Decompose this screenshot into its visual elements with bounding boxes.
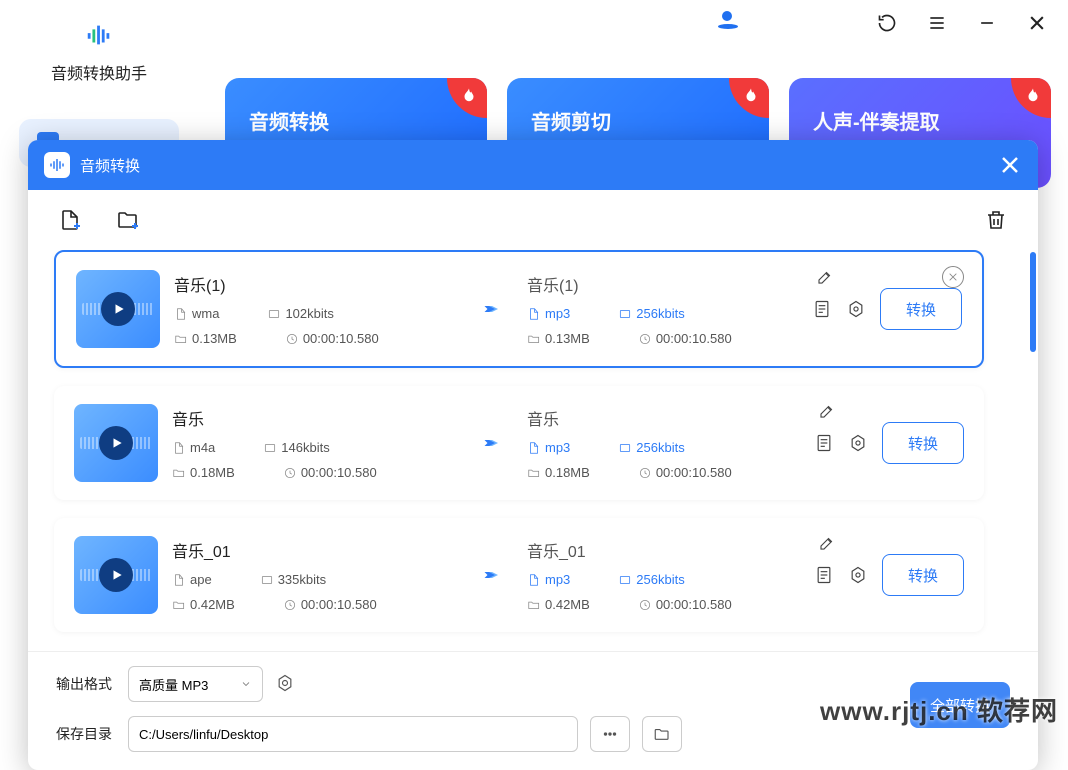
arrow-icon — [459, 300, 519, 318]
duration-meta: 00:00:10.580 — [283, 465, 377, 480]
detail-button[interactable] — [814, 564, 834, 586]
detail-button[interactable] — [814, 432, 834, 454]
edit-name-button[interactable] — [818, 402, 836, 425]
output-info: 音乐_01 mp3 256kbits 0.42MB 00:00:10.580 — [527, 538, 806, 612]
edit-name-button[interactable] — [818, 534, 836, 557]
card-title: 音频剪切 — [531, 112, 611, 134]
out-size-meta: 0.13MB — [527, 331, 590, 346]
out-duration-meta: 00:00:10.580 — [638, 597, 732, 612]
browse-folder-button[interactable] — [642, 716, 682, 752]
out-size-meta: 0.18MB — [527, 465, 590, 480]
output-info: 音乐 mp3 256kbits 0.18MB 00:00:10.580 — [527, 406, 806, 480]
play-button[interactable] — [101, 292, 135, 326]
close-button[interactable] — [1026, 12, 1048, 34]
settings-button[interactable] — [848, 564, 868, 586]
edit-name-button[interactable] — [816, 268, 834, 291]
file-thumbnail — [74, 404, 158, 482]
convert-dialog: 音频转换 音乐(1) wma 102kbits 0.13MB 00:00:10.… — [28, 140, 1038, 770]
dialog-toolbar — [28, 190, 1038, 250]
output-format-select[interactable]: 高质量 MP3 — [128, 666, 263, 702]
app-name: 音频转换助手 — [51, 60, 147, 84]
format-meta: m4a — [172, 440, 215, 455]
save-dir-input[interactable]: C:/Users/linfu/Desktop — [128, 716, 578, 752]
bitrate-meta: 335kbits — [260, 572, 326, 587]
file-thumbnail — [76, 270, 160, 348]
out-bitrate-meta: 256kbits — [618, 306, 684, 321]
input-info: 音乐 m4a 146kbits 0.18MB 00:00:10.580 — [172, 406, 451, 480]
user-avatar[interactable] — [718, 11, 742, 35]
arrow-icon — [459, 434, 519, 452]
output-name: 音乐 — [527, 406, 806, 430]
settings-button[interactable] — [846, 298, 866, 320]
app-logo-icon — [84, 20, 114, 50]
file-thumbnail — [74, 536, 158, 614]
format-meta: wma — [174, 306, 219, 321]
add-folder-button[interactable] — [116, 208, 140, 232]
out-format-meta: mp3 — [527, 306, 570, 321]
file-row[interactable]: 音乐(1) wma 102kbits 0.13MB 00:00:10.580 音… — [54, 250, 984, 368]
add-file-button[interactable] — [58, 208, 82, 232]
file-name: 音乐(1) — [174, 272, 451, 296]
bitrate-meta: 146kbits — [263, 440, 329, 455]
format-meta: ape — [172, 572, 212, 587]
out-format-meta: mp3 — [527, 440, 570, 455]
size-meta: 0.13MB — [174, 331, 237, 346]
file-list: 音乐(1) wma 102kbits 0.13MB 00:00:10.580 音… — [28, 250, 1038, 651]
output-format-label: 输出格式 — [56, 674, 116, 694]
file-name: 音乐 — [172, 406, 451, 430]
flame-icon — [447, 78, 487, 118]
file-row[interactable]: 音乐 m4a 146kbits 0.18MB 00:00:10.580 音乐 m… — [54, 386, 984, 500]
output-name: 音乐(1) — [527, 272, 804, 296]
save-dir-label: 保存目录 — [56, 724, 116, 744]
dialog-icon — [44, 152, 70, 178]
settings-button[interactable] — [848, 432, 868, 454]
detail-button[interactable] — [812, 298, 832, 320]
duration-meta: 00:00:10.580 — [285, 331, 379, 346]
file-row[interactable]: 音乐_01 ape 335kbits 0.42MB 00:00:10.580 音… — [54, 518, 984, 632]
card-title: 音频转换 — [249, 112, 329, 134]
duration-meta: 00:00:10.580 — [283, 597, 377, 612]
row-actions: 转换 — [812, 288, 962, 330]
out-duration-meta: 00:00:10.580 — [638, 465, 732, 480]
dialog-title: 音频转换 — [80, 155, 140, 176]
flame-icon — [729, 78, 769, 118]
out-bitrate-meta: 256kbits — [618, 572, 684, 587]
input-info: 音乐(1) wma 102kbits 0.13MB 00:00:10.580 — [174, 272, 451, 346]
format-settings-button[interactable] — [275, 673, 297, 695]
row-actions: 转换 — [814, 422, 964, 464]
row-actions: 转换 — [814, 554, 964, 596]
watermark: www.rjtj.cn 软荐网 — [820, 691, 1058, 728]
play-button[interactable] — [99, 426, 133, 460]
menu-icon[interactable] — [926, 12, 948, 34]
size-meta: 0.18MB — [172, 465, 235, 480]
play-button[interactable] — [99, 558, 133, 592]
out-format-meta: mp3 — [527, 572, 570, 587]
size-meta: 0.42MB — [172, 597, 235, 612]
output-name: 音乐_01 — [527, 538, 806, 562]
out-size-meta: 0.42MB — [527, 597, 590, 612]
dialog-header: 音频转换 — [28, 140, 1038, 190]
input-info: 音乐_01 ape 335kbits 0.42MB 00:00:10.580 — [172, 538, 451, 612]
card-title: 人声-伴奏提取 — [813, 112, 940, 134]
history-icon[interactable] — [876, 12, 898, 34]
convert-button[interactable]: 转换 — [882, 422, 964, 464]
more-options-button[interactable] — [590, 716, 630, 752]
file-name: 音乐_01 — [172, 538, 451, 562]
remove-file-button[interactable] — [942, 266, 964, 288]
scrollbar-thumb[interactable] — [1030, 252, 1036, 352]
convert-button[interactable]: 转换 — [880, 288, 962, 330]
bitrate-meta: 102kbits — [267, 306, 333, 321]
out-bitrate-meta: 256kbits — [618, 440, 684, 455]
trash-button[interactable] — [984, 208, 1008, 232]
convert-button[interactable]: 转换 — [882, 554, 964, 596]
minimize-button[interactable] — [976, 12, 998, 34]
flame-icon — [1011, 78, 1051, 118]
arrow-icon — [459, 566, 519, 584]
select-value: 高质量 MP3 — [139, 675, 208, 694]
output-info: 音乐(1) mp3 256kbits 0.13MB 00:00:10.580 — [527, 272, 804, 346]
out-duration-meta: 00:00:10.580 — [638, 331, 732, 346]
dialog-close-button[interactable] — [998, 153, 1022, 177]
